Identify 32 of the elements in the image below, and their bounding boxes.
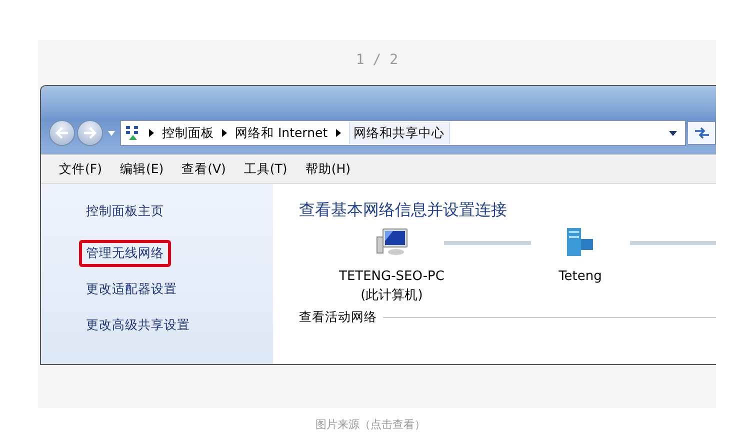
menu-item[interactable]: 帮助(H) xyxy=(305,160,350,178)
forward-arrow-icon xyxy=(83,127,97,139)
sidebar-link[interactable]: 更改适配器设置 xyxy=(79,276,184,303)
image-counter: 1 / 2 xyxy=(354,51,400,70)
back-button[interactable] xyxy=(49,120,75,146)
sidebar-link[interactable]: 更改高级共享设置 xyxy=(79,312,197,339)
network-node-name: Teteng xyxy=(558,268,602,286)
forward-button[interactable] xyxy=(77,120,103,146)
address-dropdown-icon[interactable] xyxy=(669,130,677,136)
sidebar-link[interactable]: 控制面板主页 xyxy=(79,198,171,225)
breadcrumb-arrow-icon[interactable] xyxy=(336,129,341,137)
breadcrumb-item[interactable]: 控制面板 xyxy=(162,124,214,142)
menu-item[interactable]: 文件(F) xyxy=(59,160,102,178)
back-arrow-icon xyxy=(55,127,69,139)
breadcrumb-arrow-icon[interactable] xyxy=(149,129,154,137)
menu-item[interactable]: 工具(T) xyxy=(244,160,288,178)
control-panel-icon xyxy=(125,125,141,141)
section-heading: 查看活动网络 xyxy=(299,309,377,326)
address-bar[interactable]: 控制面板 网络和 Internet 网络和共享中心 xyxy=(120,120,686,146)
computer-icon xyxy=(374,227,409,257)
sidebar-link[interactable]: 管理无线网络 xyxy=(79,240,171,267)
page-heading: 查看基本网络信息并设置连接 xyxy=(299,200,508,221)
menu-item[interactable]: 查看(V) xyxy=(182,160,226,178)
menu-item[interactable]: 编辑(E) xyxy=(120,160,164,178)
breadcrumb-item[interactable]: 网络和共享中心 xyxy=(348,122,450,144)
breadcrumb-arrow-icon[interactable] xyxy=(222,129,227,137)
history-dropdown-icon[interactable] xyxy=(108,130,115,136)
network-node-note: (此计算机) xyxy=(360,287,423,305)
network-node-name: TETENG-SEO-PC xyxy=(339,268,444,286)
breadcrumb-item[interactable]: 网络和 Internet xyxy=(235,124,328,142)
refresh-button[interactable] xyxy=(688,121,716,145)
refresh-icon xyxy=(694,127,710,139)
